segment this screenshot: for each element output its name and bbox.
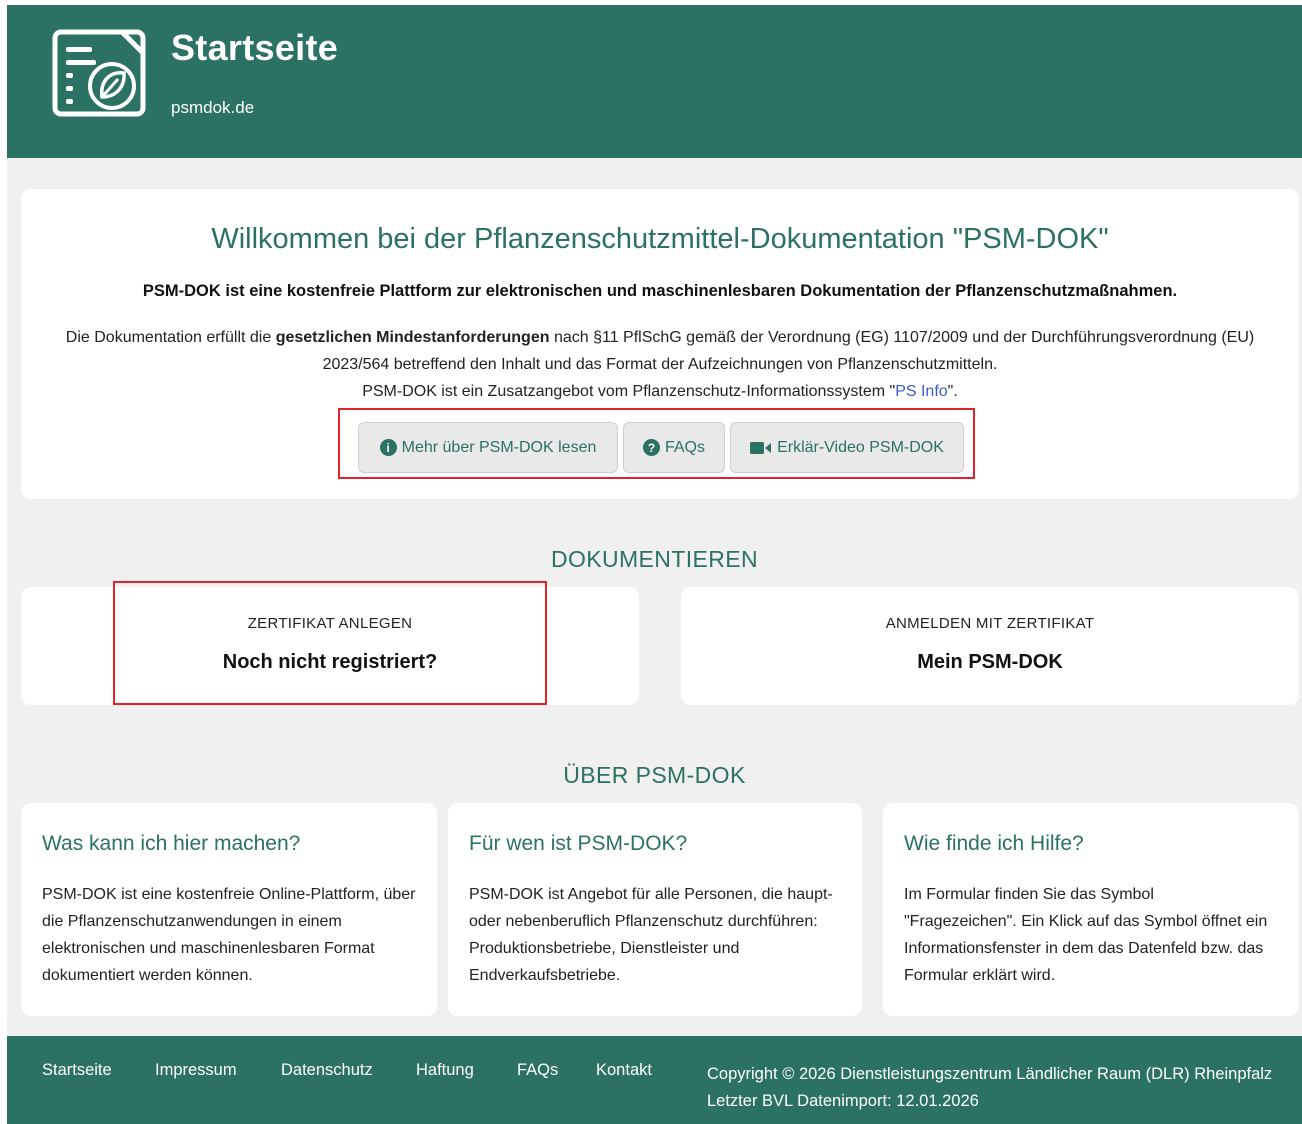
info-card-help: Wie finde ich Hilfe? Im Formular finden …	[883, 803, 1299, 1016]
footer-link-datenschutz[interactable]: Datenschutz	[281, 1061, 373, 1080]
import-date-text: Letzter BVL Datenimport: 12.01.2026	[707, 1092, 979, 1110]
info-card-title: Für wen ist PSM-DOK?	[469, 832, 688, 855]
footer-link-startseite[interactable]: Startseite	[42, 1061, 112, 1080]
faq-button[interactable]: ? FAQs	[623, 422, 725, 473]
welcome-lead: PSM-DOK ist eine kostenfreie Plattform z…	[142, 282, 1178, 300]
login-small-label: ANMELDEN MIT ZERTIFIKAT	[885, 615, 1095, 632]
footer-link-kontakt[interactable]: Kontakt	[596, 1061, 652, 1080]
info-card-title: Was kann ich hier machen?	[42, 832, 301, 855]
more-about-button[interactable]: i Mehr über PSM-DOK lesen	[358, 422, 618, 473]
video-camera-icon	[750, 441, 772, 454]
register-card[interactable]: ZERTIFIKAT ANLEGEN Noch nicht registrier…	[21, 587, 639, 705]
more-about-label: Mehr über PSM-DOK lesen	[401, 438, 597, 456]
welcome-heading: Willkommen bei der Pflanzenschutzmittel-…	[211, 223, 1109, 255]
register-big-label: Noch nicht registriert?	[222, 651, 438, 673]
footer-link-haftung[interactable]: Haftung	[416, 1061, 474, 1080]
desc-text-3: PSM-DOK ist ein Zusatzangebot vom Pflanz…	[362, 383, 896, 400]
welcome-description: Die Dokumentation erfüllt die gesetzlich…	[51, 324, 1269, 405]
register-small-label: ZERTIFIKAT ANLEGEN	[247, 615, 413, 632]
info-card-text: Im Formular finden Sie das Symbol "Frage…	[904, 886, 1268, 984]
footer-link-faqs[interactable]: FAQs	[517, 1061, 558, 1080]
question-circle-icon: ?	[642, 439, 660, 456]
copyright-text: Copyright © 2026 Dienstleistungszentrum …	[707, 1065, 1273, 1083]
info-card-what: Was kann ich hier machen? PSM-DOK ist ei…	[21, 803, 437, 1016]
info-button-group: i Mehr über PSM-DOK lesen ? FAQs Erklär-…	[338, 408, 975, 479]
faq-label: FAQs	[664, 438, 705, 456]
site-domain: psmdok.de	[171, 98, 255, 117]
section-title-dokumentieren: DOKUMENTIEREN	[550, 546, 759, 572]
info-card-text: PSM-DOK ist eine kostenfreie Online-Plat…	[42, 886, 416, 984]
desc-bold: gesetzlichen Mindestanforderungen	[275, 329, 550, 346]
desc-text-4: ".	[947, 383, 958, 400]
footer-link-impressum[interactable]: Impressum	[155, 1061, 237, 1080]
section-title-about: ÜBER PSM-DOK	[563, 762, 746, 788]
document-leaf-icon[interactable]	[52, 29, 148, 117]
page: Startseite psmdok.de Willkommen bei der …	[7, 5, 1302, 1124]
info-card-text: PSM-DOK ist Angebot für alle Personen, d…	[469, 886, 833, 984]
site-header: Startseite psmdok.de	[7, 5, 1302, 158]
login-big-label: Mein PSM-DOK	[917, 651, 1063, 673]
video-label: Erklär-Video PSM-DOK	[777, 438, 944, 456]
footer-copyright: Copyright © 2026 Dienstleistungszentrum …	[707, 1061, 1272, 1115]
login-card[interactable]: ANMELDEN MIT ZERTIFIKAT Mein PSM-DOK	[681, 587, 1299, 705]
site-footer: Startseite Impressum Datenschutz Haftung…	[7, 1036, 1302, 1124]
site-title: Startseite	[171, 27, 339, 68]
ps-info-link[interactable]: PS Info	[895, 383, 947, 400]
info-card-title: Wie finde ich Hilfe?	[904, 832, 1084, 855]
info-circle-icon: i	[379, 439, 397, 456]
welcome-card: Willkommen bei der Pflanzenschutzmittel-…	[21, 189, 1299, 499]
video-button[interactable]: Erklär-Video PSM-DOK	[730, 422, 964, 473]
desc-text-1: Die Dokumentation erfüllt die	[65, 329, 276, 346]
info-card-who: Für wen ist PSM-DOK? PSM-DOK ist Angebot…	[448, 803, 862, 1016]
